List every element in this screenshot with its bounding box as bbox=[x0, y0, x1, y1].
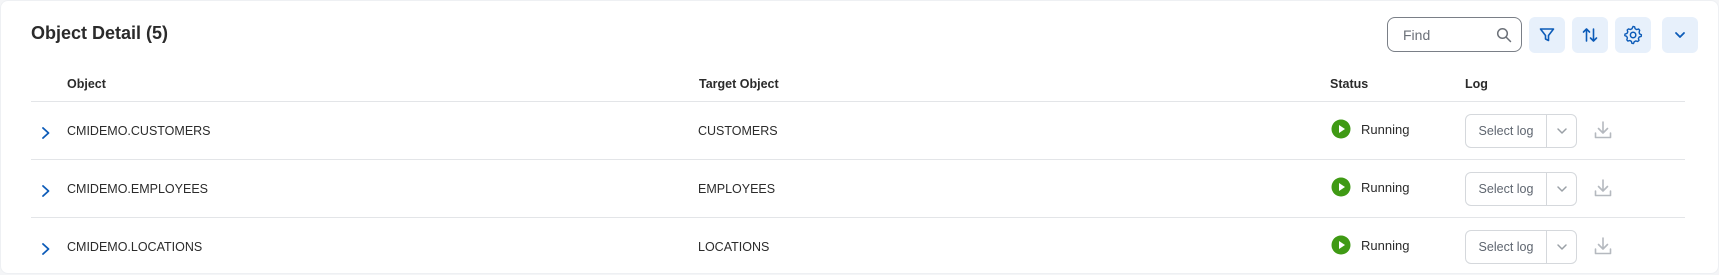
status-running: Running bbox=[1331, 235, 1409, 255]
chevron-right-icon[interactable] bbox=[40, 242, 52, 256]
settings-button[interactable] bbox=[1615, 17, 1651, 53]
column-header-status[interactable]: Status bbox=[1330, 77, 1368, 91]
target-object-name: LOCATIONS bbox=[698, 240, 770, 254]
chevron-down-icon bbox=[1556, 186, 1567, 192]
panel-title: Object Detail (5) bbox=[31, 23, 169, 43]
status-label: Running bbox=[1361, 237, 1410, 253]
download-icon[interactable] bbox=[1592, 119, 1614, 141]
table-row: CMIDEMO.LOCATIONS LOCATIONS Running Sele… bbox=[31, 217, 1685, 275]
search-icon[interactable] bbox=[1496, 27, 1512, 43]
find-input[interactable] bbox=[1403, 26, 1498, 43]
log-select-placeholder: Select log bbox=[1478, 182, 1534, 196]
filter-icon bbox=[1539, 28, 1555, 42]
filter-button[interactable] bbox=[1529, 17, 1565, 53]
log-select[interactable]: Select log bbox=[1465, 172, 1577, 206]
log-select[interactable]: Select log bbox=[1465, 230, 1577, 264]
column-header-object[interactable]: Object bbox=[67, 77, 106, 91]
status-running: Running bbox=[1331, 177, 1409, 197]
download-icon[interactable] bbox=[1592, 177, 1614, 199]
object-name: CMIDEMO.LOCATIONS bbox=[67, 240, 203, 254]
running-icon bbox=[1331, 235, 1351, 255]
target-object-name: CUSTOMERS bbox=[698, 124, 778, 138]
object-name: CMIDEMO.CUSTOMERS bbox=[67, 124, 211, 138]
chevron-right-icon[interactable] bbox=[40, 184, 52, 198]
collapse-button[interactable] bbox=[1662, 17, 1698, 53]
log-dropdown-toggle[interactable] bbox=[1547, 182, 1576, 196]
log-select[interactable]: Select log bbox=[1465, 114, 1577, 148]
gear-icon bbox=[1624, 25, 1643, 45]
table-row: CMIDEMO.EMPLOYEES EMPLOYEES Running Sele… bbox=[31, 159, 1685, 217]
chevron-down-icon bbox=[1556, 128, 1567, 134]
chevron-right-icon[interactable] bbox=[40, 126, 52, 140]
status-label: Running bbox=[1361, 121, 1410, 137]
object-name: CMIDEMO.EMPLOYEES bbox=[67, 182, 208, 196]
sort-icon bbox=[1582, 28, 1598, 42]
chevron-down-icon bbox=[1675, 32, 1685, 38]
running-icon bbox=[1331, 177, 1351, 197]
find-field[interactable] bbox=[1387, 17, 1522, 52]
log-dropdown-toggle[interactable] bbox=[1547, 240, 1576, 254]
running-icon bbox=[1331, 119, 1351, 139]
sort-button[interactable] bbox=[1572, 17, 1608, 53]
table-row: CMIDEMO.CUSTOMERS CUSTOMERS Running Sele… bbox=[31, 101, 1685, 159]
object-detail-panel: Object Detail (5) Object Target Object S… bbox=[0, 0, 1719, 274]
chevron-down-icon bbox=[1556, 244, 1567, 250]
download-icon[interactable] bbox=[1592, 235, 1614, 257]
column-header-target-object[interactable]: Target Object bbox=[699, 77, 779, 91]
status-running: Running bbox=[1331, 119, 1409, 139]
column-header-log[interactable]: Log bbox=[1465, 77, 1488, 91]
log-select-placeholder: Select log bbox=[1478, 124, 1534, 138]
log-select-placeholder: Select log bbox=[1478, 240, 1534, 254]
status-label: Running bbox=[1361, 179, 1410, 195]
log-dropdown-toggle[interactable] bbox=[1547, 124, 1576, 138]
target-object-name: EMPLOYEES bbox=[698, 182, 776, 196]
